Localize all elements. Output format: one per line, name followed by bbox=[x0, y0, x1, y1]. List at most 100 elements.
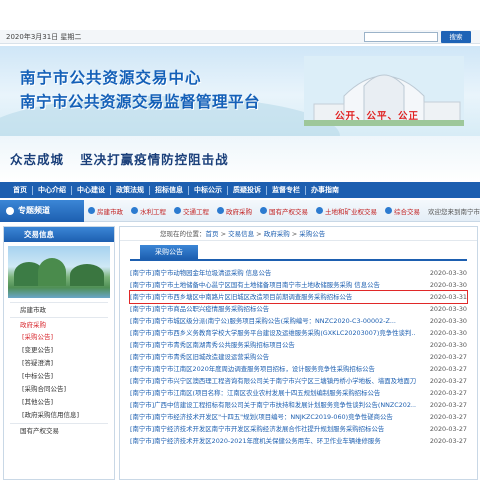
channel-item-label: 交通工程 bbox=[183, 207, 209, 216]
nav-guide[interactable]: 办事指南 bbox=[306, 185, 344, 195]
channel-item-label: 水利工程 bbox=[140, 207, 166, 216]
notice-title[interactable]: [南宁市]南宁市江南区2020年度周边调查服务项目招标，设计服务竞争性采购招标公… bbox=[130, 363, 416, 375]
list-item[interactable]: [南宁市]南宁市城区级分派(南宁公)服务项目采购公告(采购编号：NNZC2020… bbox=[130, 315, 467, 327]
notice-title[interactable]: [南宁市]南宁市青秀区南湖青秀公共服务采购招标项目公告 bbox=[130, 339, 416, 351]
list-item[interactable]: [南宁市]南宁市商品公职兴疫情服务采购招标公告 2020-03-30 bbox=[130, 303, 467, 315]
current-date: 2020年3月31日 星期二 bbox=[6, 33, 82, 41]
channel-item-label: 国有产权交易 bbox=[269, 207, 308, 216]
sidebar-sub-other-notice[interactable]: [其他公告] bbox=[4, 396, 114, 409]
nav-center-intro[interactable]: 中心介绍 bbox=[33, 185, 71, 195]
notice-date: 2020-03-30 bbox=[429, 305, 467, 313]
list-item[interactable]: [南宁市]南宁经济技术开发区南宁市开发区采购经济发展合作社提升规划服务采购招标公… bbox=[130, 423, 467, 435]
sidebar-sub-award-notice[interactable]: [中标公告] bbox=[4, 370, 114, 383]
notice-title[interactable]: [南宁市]南宁市西乡塘区中南路片区旧城区改造项目前期调查服务采购招标公告 bbox=[130, 291, 416, 303]
channel-item-water[interactable]: 水利工程 bbox=[127, 206, 170, 216]
notice-title[interactable]: [南宁市]南宁经济技术开发区南宁市开发区采购经济发展合作社提升规划服务采购招标公… bbox=[130, 423, 416, 435]
property-icon bbox=[260, 207, 267, 214]
notice-date: 2020-03-27 bbox=[429, 401, 467, 409]
breadcrumb-procurement[interactable]: 政府采购 bbox=[264, 230, 290, 238]
sidebar: 交易信息 房建市政 政府采购 [采购公告] [变更公告] [答疑澄清] [中标公… bbox=[3, 226, 115, 480]
comprehensive-icon bbox=[385, 207, 392, 214]
notice-date: 2020-03-27 bbox=[429, 353, 467, 361]
channel-icon bbox=[6, 206, 14, 215]
list-item[interactable]: [南宁市]南宁市江南区(项目名称：江南区农业农村发展十四五规划编制服务采购招标公… bbox=[130, 387, 467, 399]
notice-title[interactable]: [南宁市]南宁市土地储备中心邕宁区国有土地储备项目南宁市土地收储服务采购 信息公… bbox=[130, 279, 416, 291]
notice-title[interactable]: [南宁市]南宁市江南区(项目名称：江南区农业农村发展十四五规划编制服务采购招标公… bbox=[130, 387, 416, 399]
list-item[interactable]: [南宁市]南宁市青秀区旧城改造建设运营采购公告 2020-03-27 bbox=[130, 351, 467, 363]
main-nav: 首页 中心介绍 中心建设 政策法规 招标信息 中标公示 质疑投诉 监督专栏 办事… bbox=[0, 182, 480, 198]
breadcrumb-trade-info[interactable]: 交易信息 bbox=[228, 230, 254, 238]
search-button[interactable]: 搜索 bbox=[441, 31, 471, 43]
notice-title[interactable]: [南宁市]南宁经济技术开发区2020-2021年度机关保健公务用车、环卫作业车辆… bbox=[130, 435, 416, 447]
channel-item-state-property[interactable]: 国有产权交易 bbox=[256, 206, 312, 216]
water-icon bbox=[131, 207, 138, 214]
nav-tender-info[interactable]: 招标信息 bbox=[150, 185, 188, 195]
tab-procurement-notice[interactable]: 采购公告 bbox=[140, 245, 198, 259]
sidebar-sub-procurement-notice[interactable]: [采购公告] bbox=[4, 331, 114, 344]
breadcrumb: 您现在的位置：首页 > 交易信息 > 政府采购 > 采购公告 bbox=[120, 227, 477, 241]
sidebar-item-state-property[interactable]: 国有产权交易 bbox=[4, 425, 114, 437]
building-icon bbox=[88, 207, 95, 214]
notice-date: 2020-03-30 bbox=[429, 269, 467, 277]
divider bbox=[10, 423, 108, 424]
list-item[interactable]: [南宁市]南宁市土地储备中心邕宁区国有土地储备项目南宁市土地收储服务采购 信息公… bbox=[130, 279, 467, 291]
notice-title[interactable]: [南宁市]南宁市动物园金年垃圾清运采购 信息公告 bbox=[130, 267, 416, 279]
list-item[interactable]: [南宁市]南宁市经济技术开发区"十四五"规划(项目编号：NNJKZC2019-0… bbox=[130, 411, 467, 423]
sidebar-sub-contract-notice[interactable]: [采购合同公告] bbox=[4, 383, 114, 396]
list-item[interactable]: [南宁市]南宁市兴宁区澳西理工程咨询有限公司关于南宁市兴宁区三塘镇丹桥小学地板、… bbox=[130, 375, 467, 387]
notice-title[interactable]: [南宁市]南宁市西乡义务教育学校大学服务平台建设及运维服务采购(GXKLC202… bbox=[130, 327, 416, 339]
sidebar-item-procurement[interactable]: 政府采购 bbox=[4, 319, 114, 331]
breadcrumb-sep: > bbox=[254, 230, 264, 238]
slogan-banner: 众志成城 坚决打赢疫情防控阻击战 bbox=[0, 136, 480, 182]
notice-date: 2020-03-27 bbox=[429, 365, 467, 373]
slogan-part2: 坚决打赢疫情防控阻击战 bbox=[80, 152, 229, 167]
sidebar-item-building[interactable]: 房建市政 bbox=[4, 304, 114, 316]
nav-policies[interactable]: 政策法规 bbox=[111, 185, 149, 195]
nav-home[interactable]: 首页 bbox=[8, 185, 32, 195]
notice-title[interactable]: [南宁市]南宁市商品公职兴疫情服务采购招标公告 bbox=[130, 303, 416, 315]
notice-title[interactable]: [南宁市]广西中信建设工程招标有限公司关于南宁市扶持和发展计划服务竞争性谈判公告… bbox=[130, 399, 416, 411]
list-item-highlighted[interactable]: [南宁市]南宁市西乡塘区中南路片区旧城区改造项目前期调查服务采购招标公告 2020… bbox=[129, 290, 468, 304]
list-item[interactable]: [南宁市]南宁市江南区2020年度周边调查服务项目招标，设计服务竞争性采购招标公… bbox=[130, 363, 467, 375]
nav-complaints[interactable]: 质疑投诉 bbox=[228, 185, 266, 195]
search-input[interactable] bbox=[364, 32, 438, 42]
channel-item-traffic[interactable]: 交通工程 bbox=[170, 206, 213, 216]
list-item[interactable]: [南宁市]南宁市动物园金年垃圾清运采购 信息公告 2020-03-30 bbox=[130, 267, 467, 279]
sidebar-title: 交易信息 bbox=[4, 227, 114, 242]
channel-item-label: 土地和矿业权交易 bbox=[325, 207, 377, 216]
list-item[interactable]: [南宁市]南宁市青秀区南湖青秀公共服务采购招标项目公告 2020-03-30 bbox=[130, 339, 467, 351]
notice-title[interactable]: [南宁市]南宁市兴宁区澳西理工程咨询有限公司关于南宁市兴宁区三塘镇丹桥小学地板、… bbox=[130, 375, 416, 387]
channel-item-comprehensive[interactable]: 综合交易 bbox=[381, 206, 424, 216]
sidebar-sub-credit-info[interactable]: [政府采购信用信息] bbox=[4, 409, 114, 422]
tab-bar: 采购公告 bbox=[130, 245, 467, 261]
center-title: 南宁市公共资源交易中心 bbox=[20, 68, 202, 87]
nav-center-construction[interactable]: 中心建设 bbox=[72, 185, 110, 195]
notice-title[interactable]: [南宁市]南宁市经济技术开发区"十四五"规划(项目编号：NNJKZC2019-0… bbox=[130, 411, 416, 423]
sidebar-sub-change-notice[interactable]: [变更公告] bbox=[4, 344, 114, 357]
header-banner: 南宁市公共资源交易中心 南宁市公共资源交易监督管理平台 公开、公平、公正 bbox=[0, 46, 480, 136]
sidebar-sub-qa[interactable]: [答疑澄清] bbox=[4, 357, 114, 370]
channel-item-procurement[interactable]: 政府采购 bbox=[213, 206, 256, 216]
notice-date: 2020-03-27 bbox=[429, 389, 467, 397]
procurement-icon bbox=[217, 207, 224, 214]
breadcrumb-home[interactable]: 首页 bbox=[206, 230, 219, 238]
breadcrumb-sep: > bbox=[289, 230, 300, 238]
list-item[interactable]: [南宁市]南宁经济技术开发区2020-2021年度机关保健公务用车、环卫作业车辆… bbox=[130, 435, 467, 447]
nav-award-notice[interactable]: 中标公示 bbox=[189, 185, 227, 195]
nav-supervision[interactable]: 监督专栏 bbox=[267, 185, 305, 195]
channel-item-building[interactable]: 房建市政 bbox=[84, 206, 127, 216]
divider bbox=[10, 317, 108, 318]
special-channel-title: 专题频道 bbox=[0, 199, 84, 222]
notice-title[interactable]: [南宁市]南宁市青秀区旧城改造建设运营采购公告 bbox=[130, 351, 416, 363]
list-item[interactable]: [南宁市]南宁市西乡义务教育学校大学服务平台建设及运维服务采购(GXKLC202… bbox=[130, 327, 467, 339]
list-item[interactable]: [南宁市]广西中信建设工程招标有限公司关于南宁市扶持和发展计划服务竞争性谈判公告… bbox=[130, 399, 467, 411]
notice-title[interactable]: [南宁市]南宁市城区级分派(南宁公)服务项目采购公告(采购编号：NNZC2020… bbox=[130, 315, 416, 327]
channel-item-label: 房建市政 bbox=[97, 207, 123, 216]
channel-item-label: 综合交易 bbox=[394, 207, 420, 216]
notice-date: 2020-03-30 bbox=[429, 329, 467, 337]
breadcrumb-prefix: 您现在的位置： bbox=[160, 230, 206, 238]
channel-item-land-mining[interactable]: 土地和矿业权交易 bbox=[312, 206, 381, 216]
land-icon bbox=[316, 207, 323, 214]
breadcrumb-procurement-notice[interactable]: 采购公告 bbox=[299, 230, 325, 238]
traffic-icon bbox=[174, 207, 181, 214]
